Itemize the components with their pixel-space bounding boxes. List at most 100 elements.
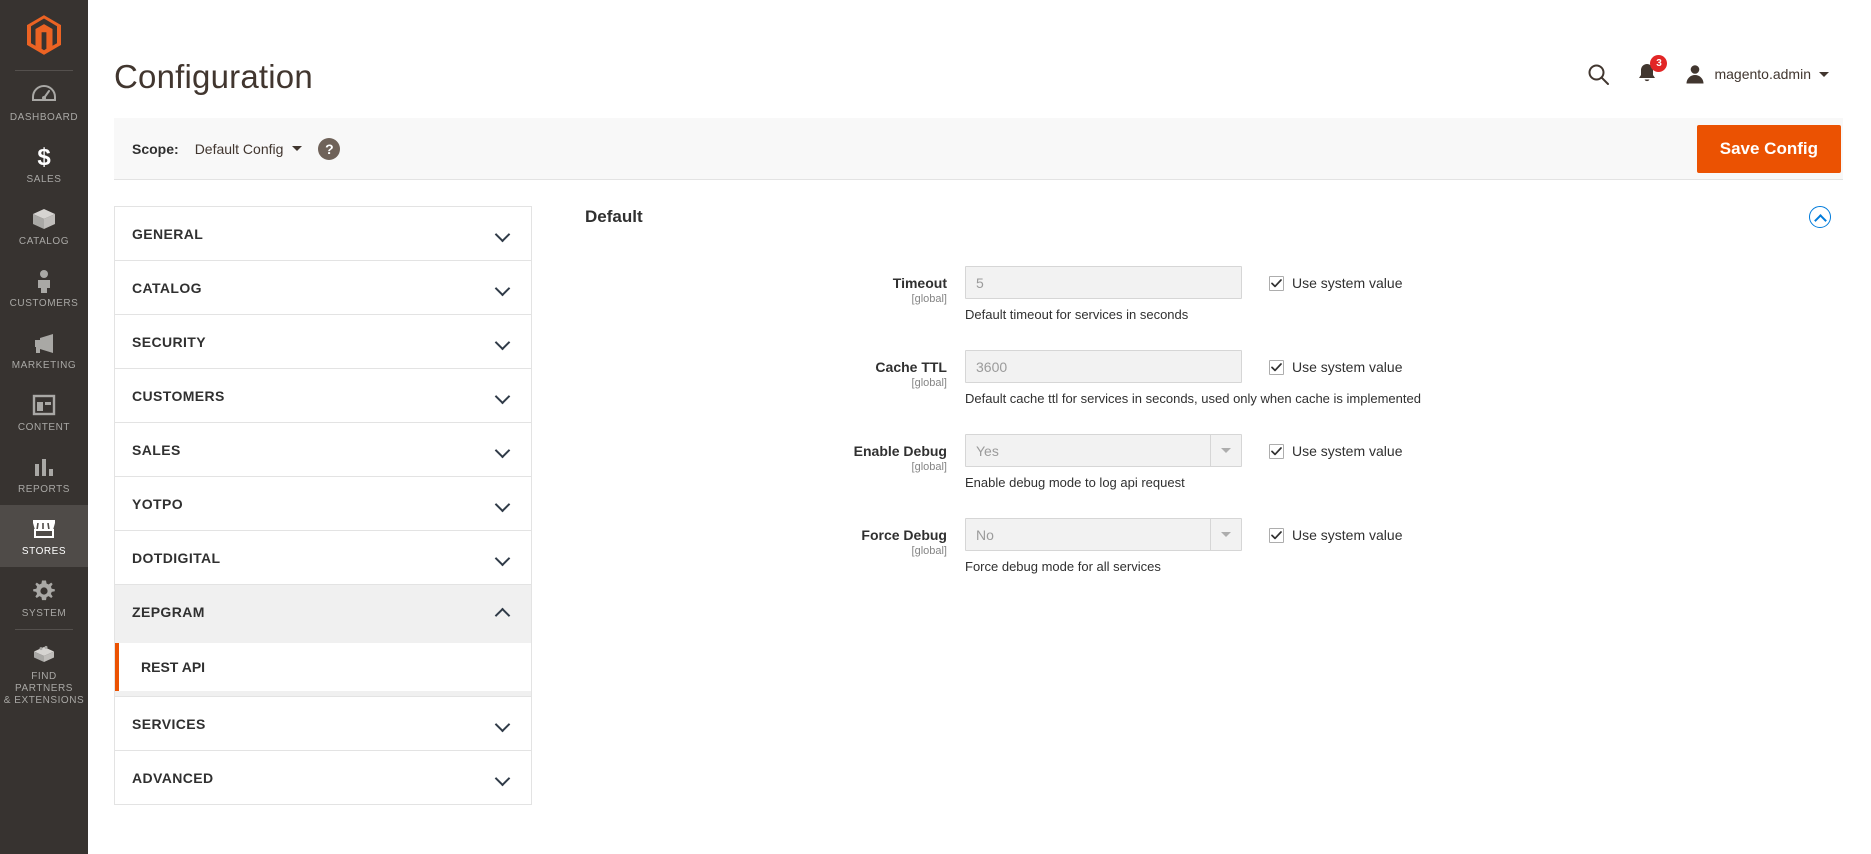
config-section-header[interactable]: CATALOG [115,261,531,314]
field-scope-text: [global] [911,293,947,305]
scope-selector[interactable]: Default Config [195,141,303,157]
use-system-value-cache-ttl[interactable]: Use system value [1242,350,1402,375]
sidebar-item-customers[interactable]: CUSTOMERS [0,257,88,319]
field-hint: Force debug mode for all services [965,559,1161,574]
field-control: Default timeout for services in seconds [965,266,1242,323]
main-content: Configuration 3 magento.admin Scope: Def… [88,0,1871,854]
field-control: No Force debug mode for all services [965,518,1242,575]
chevron-down-icon [496,281,509,294]
sidebar-item-label: SALES [26,174,62,185]
box-icon [31,206,57,232]
sidebar-item-system[interactable]: SYSTEM [0,567,88,629]
config-section-header[interactable]: CUSTOMERS [115,369,531,422]
svg-text:$: $ [37,144,51,170]
chevron-down-icon [496,335,509,348]
config-section-header[interactable]: ADVANCED [115,751,531,804]
field-row-enable-debug: Enable Debug [global] Yes Enable debug m… [585,434,1843,491]
use-system-value-force-debug[interactable]: Use system value [1242,518,1402,543]
sidebar-item-marketing[interactable]: MARKETING [0,319,88,381]
layout-icon [31,392,57,418]
sidebar-item-catalog[interactable]: CATALOG [0,195,88,257]
select-value: Yes [976,442,999,459]
admin-app: DASHBOARD $ SALES CATALOG CUSTOMERS MARK… [0,0,1871,854]
search-icon [1588,64,1610,85]
config-section-general: GENERAL [114,206,532,260]
puzzle-block-icon [31,641,57,667]
field-hint: Default timeout for services in seconds [965,307,1189,322]
config-section-title: GENERAL [132,225,204,242]
field-label-text: Force Debug [861,527,947,543]
chevron-down-icon [496,771,509,784]
timeout-input[interactable] [965,266,1242,299]
enable-debug-select[interactable]: Yes [965,434,1242,467]
question-mark-icon[interactable]: ? [318,137,341,160]
sidebar-item-label-line2: & EXTENSIONS [3,695,85,706]
use-system-value-label: Use system value [1292,527,1403,543]
search-button[interactable] [1586,62,1610,86]
config-section-header[interactable]: GENERAL [115,207,531,260]
use-system-value-timeout[interactable]: Use system value [1242,266,1402,291]
config-section-header[interactable]: DOTDIGITAL [115,531,531,584]
config-section-header[interactable]: SERVICES [115,697,531,750]
field-label: Timeout [global] [585,266,965,307]
config-section-sales: SALES [114,422,532,476]
config-section-title: ADVANCED [132,769,214,786]
config-section-dotdigital: DOTDIGITAL [114,530,532,584]
storefront-icon [31,516,57,542]
force-debug-select[interactable]: No [965,518,1242,551]
use-system-value-enable-debug[interactable]: Use system value [1242,434,1402,459]
sidebar-nav: DASHBOARD $ SALES CATALOG CUSTOMERS MARK… [0,0,88,854]
sidebar-item-label: CATALOG [18,236,70,247]
field-row-force-debug: Force Debug [global] No Force debug mode… [585,518,1843,575]
field-row-timeout: Timeout [global] Default timeout for ser… [585,266,1843,323]
chevron-up-icon [496,605,509,618]
config-section-title: SERVICES [132,715,206,732]
config-section-security: SECURITY [114,314,532,368]
config-section-header[interactable]: SECURITY [115,315,531,368]
user-menu[interactable]: magento.admin [1684,63,1829,85]
field-scope-text: [global] [911,377,947,389]
sidebar-item-dashboard[interactable]: DASHBOARD [0,71,88,133]
chevron-down-icon [1210,435,1241,466]
cache-ttl-input[interactable] [965,350,1242,383]
save-config-button[interactable]: Save Config [1696,124,1841,173]
page-title: Configuration [114,58,313,95]
checkbox-checked-icon [1269,359,1284,375]
config-section-header[interactable]: YOTPO [115,477,531,530]
chevron-down-icon [496,227,509,240]
config-section-header[interactable]: SALES [115,423,531,476]
config-section-title: ZEPGRAM [132,603,205,620]
checkbox-checked-icon [1269,527,1284,543]
chevron-down-icon [496,389,509,402]
user-name-label: magento.admin [1714,66,1811,82]
sidebar-item-label: CONTENT [17,422,71,433]
fieldset-collapse-button[interactable] [1809,206,1831,228]
field-label: Force Debug [global] [585,518,965,559]
person-icon [31,268,57,294]
config-section-list: GENERAL CATALOG SECURITY CUSTOMERS SALES… [114,206,532,805]
sidebar-item-label: STORES [21,546,67,557]
sidebar-item-find-partners[interactable]: FIND PARTNERS & EXTENSIONS [0,630,88,716]
config-section-catalog: CATALOG [114,260,532,314]
chevron-down-icon [496,443,509,456]
chevron-down-icon [1819,71,1829,77]
scope-bar: Scope: Default Config ? Save Config [114,118,1843,180]
sidebar-item-sales[interactable]: $ SALES [0,133,88,195]
config-section-header[interactable]: ZEPGRAM [115,585,531,638]
field-label-text: Cache TTL [875,359,947,375]
sidebar-item-label: DASHBOARD [9,112,79,123]
bar-chart-icon [31,454,57,480]
notifications-button[interactable]: 3 [1636,55,1668,86]
sidebar-item-label: MARKETING [11,360,77,371]
sidebar-item-reports[interactable]: REPORTS [0,443,88,505]
config-subsection-rest-api[interactable]: REST API [115,643,531,691]
magento-logo[interactable] [0,0,88,70]
field-scope-text: [global] [911,461,947,473]
config-form: Default Timeout [global] Default timeout… [532,206,1843,805]
config-section-title: CATALOG [132,279,202,296]
config-section-advanced: ADVANCED [114,750,532,805]
sidebar-item-stores[interactable]: STORES [0,505,88,567]
config-section-title: YOTPO [132,495,184,512]
sidebar-item-content[interactable]: CONTENT [0,381,88,443]
chevron-down-icon [496,717,509,730]
